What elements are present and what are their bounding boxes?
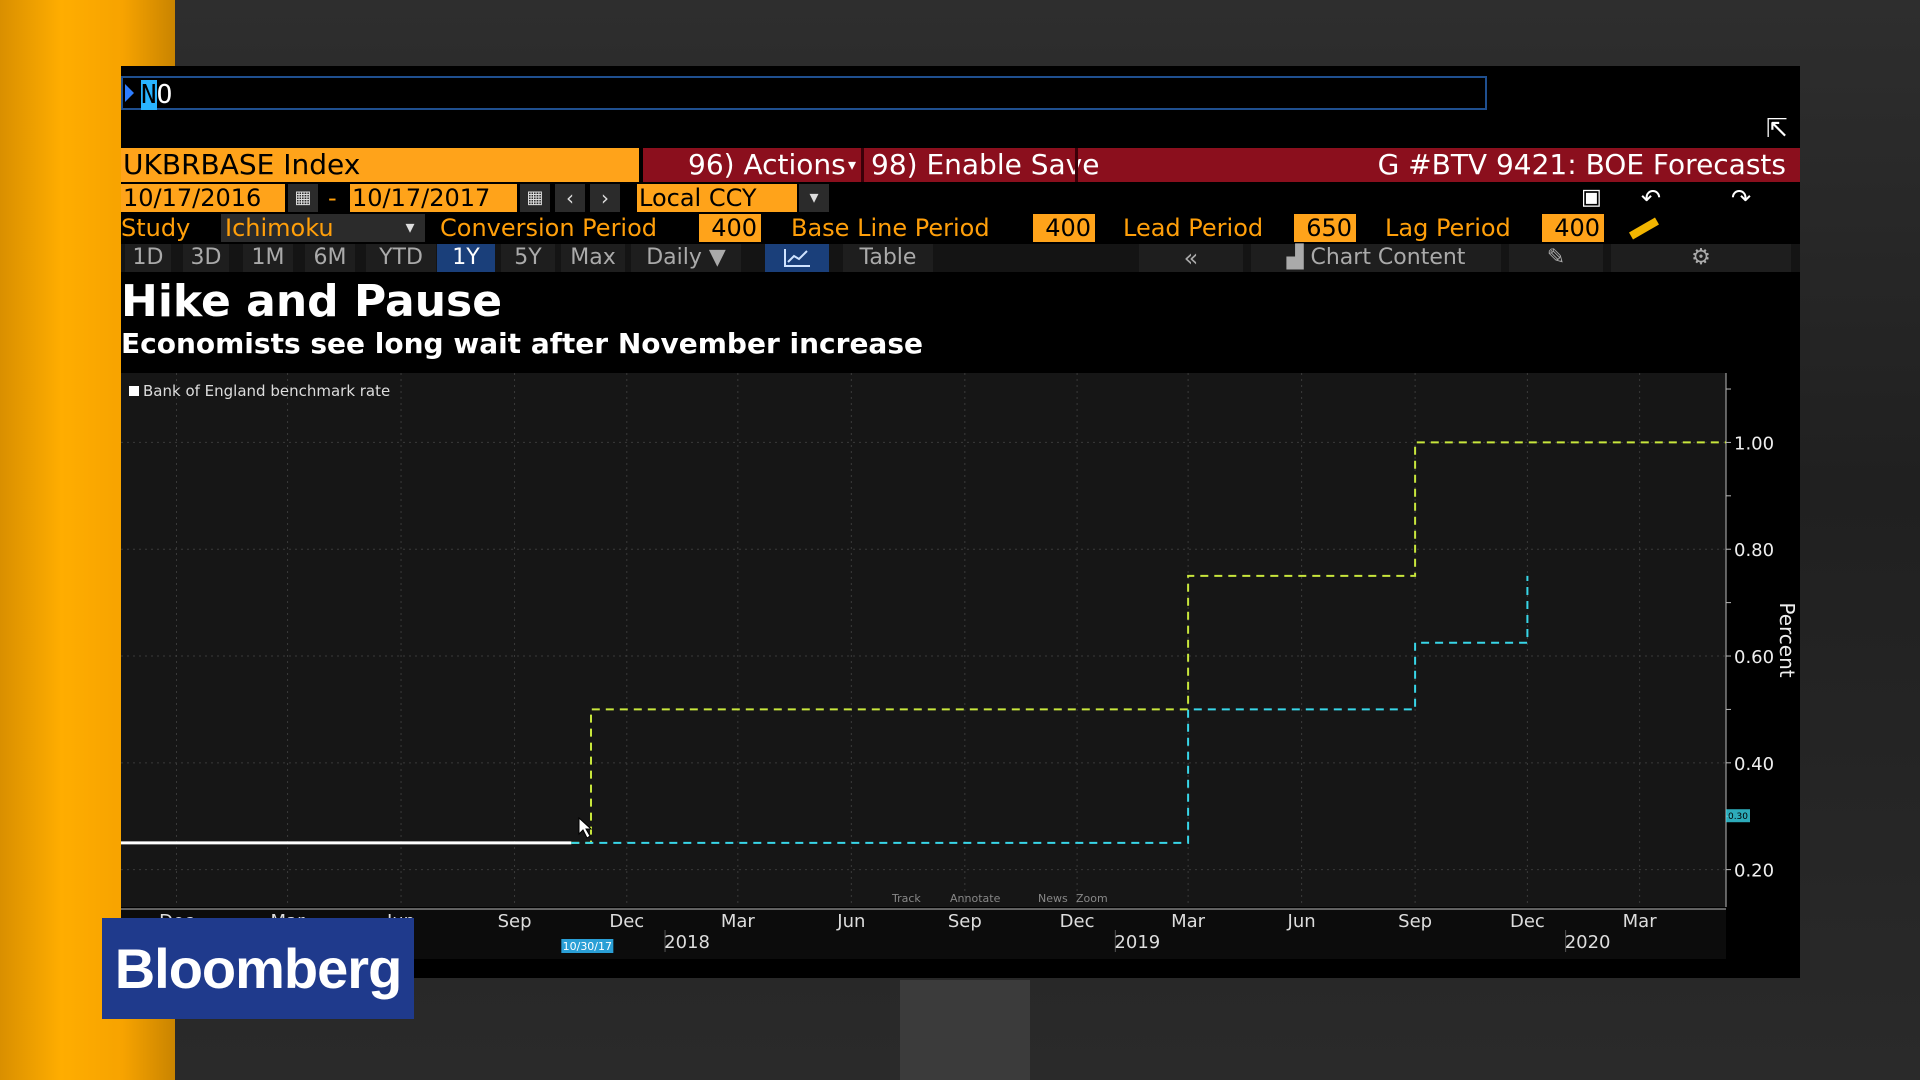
chart-toolbar-track[interactable]: Track [891,892,921,905]
x-tick-label: Sep [498,911,532,932]
x-year-label: 2019 [1114,932,1160,953]
y-tick-label: 0.40 [1734,754,1774,775]
x-tick-label: Dec [1510,911,1545,932]
x-year-label: 2020 [1565,932,1611,953]
x-tick-label: Sep [948,911,982,932]
y-axis-label: Percent [1775,602,1799,677]
date-marker-label: 10/30/17 [563,940,612,953]
x-year-label: 2018 [664,932,710,953]
x-tick-label: Mar [1623,911,1658,932]
x-tick-label: Mar [1171,911,1206,932]
chart-toolbar-news[interactable]: News [1038,892,1068,905]
bloomberg-logo: Bloomberg [102,918,414,1019]
legend-label: Bank of England benchmark rate [143,382,390,400]
x-tick-label: Dec [609,911,644,932]
x-tick-label: Jun [1287,911,1316,932]
x-tick-label: Jun [836,911,865,932]
x-tick-label: Sep [1398,911,1432,932]
y-tick-label: 0.20 [1734,861,1774,882]
legend-swatch [129,386,139,396]
chart-toolbar-annotate[interactable]: Annotate [950,892,1001,905]
y-tick-label: 0.60 [1734,647,1774,668]
y-tick-label: 1.00 [1734,433,1774,454]
chart-toolbar-zoom[interactable]: Zoom [1076,892,1108,905]
y-tick-label: 0.80 [1734,540,1774,561]
plot-area [121,373,1726,907]
last-value-label: 0.30 [1728,812,1748,822]
x-tick-label: Dec [1060,911,1095,932]
x-tick-label: Mar [721,911,756,932]
